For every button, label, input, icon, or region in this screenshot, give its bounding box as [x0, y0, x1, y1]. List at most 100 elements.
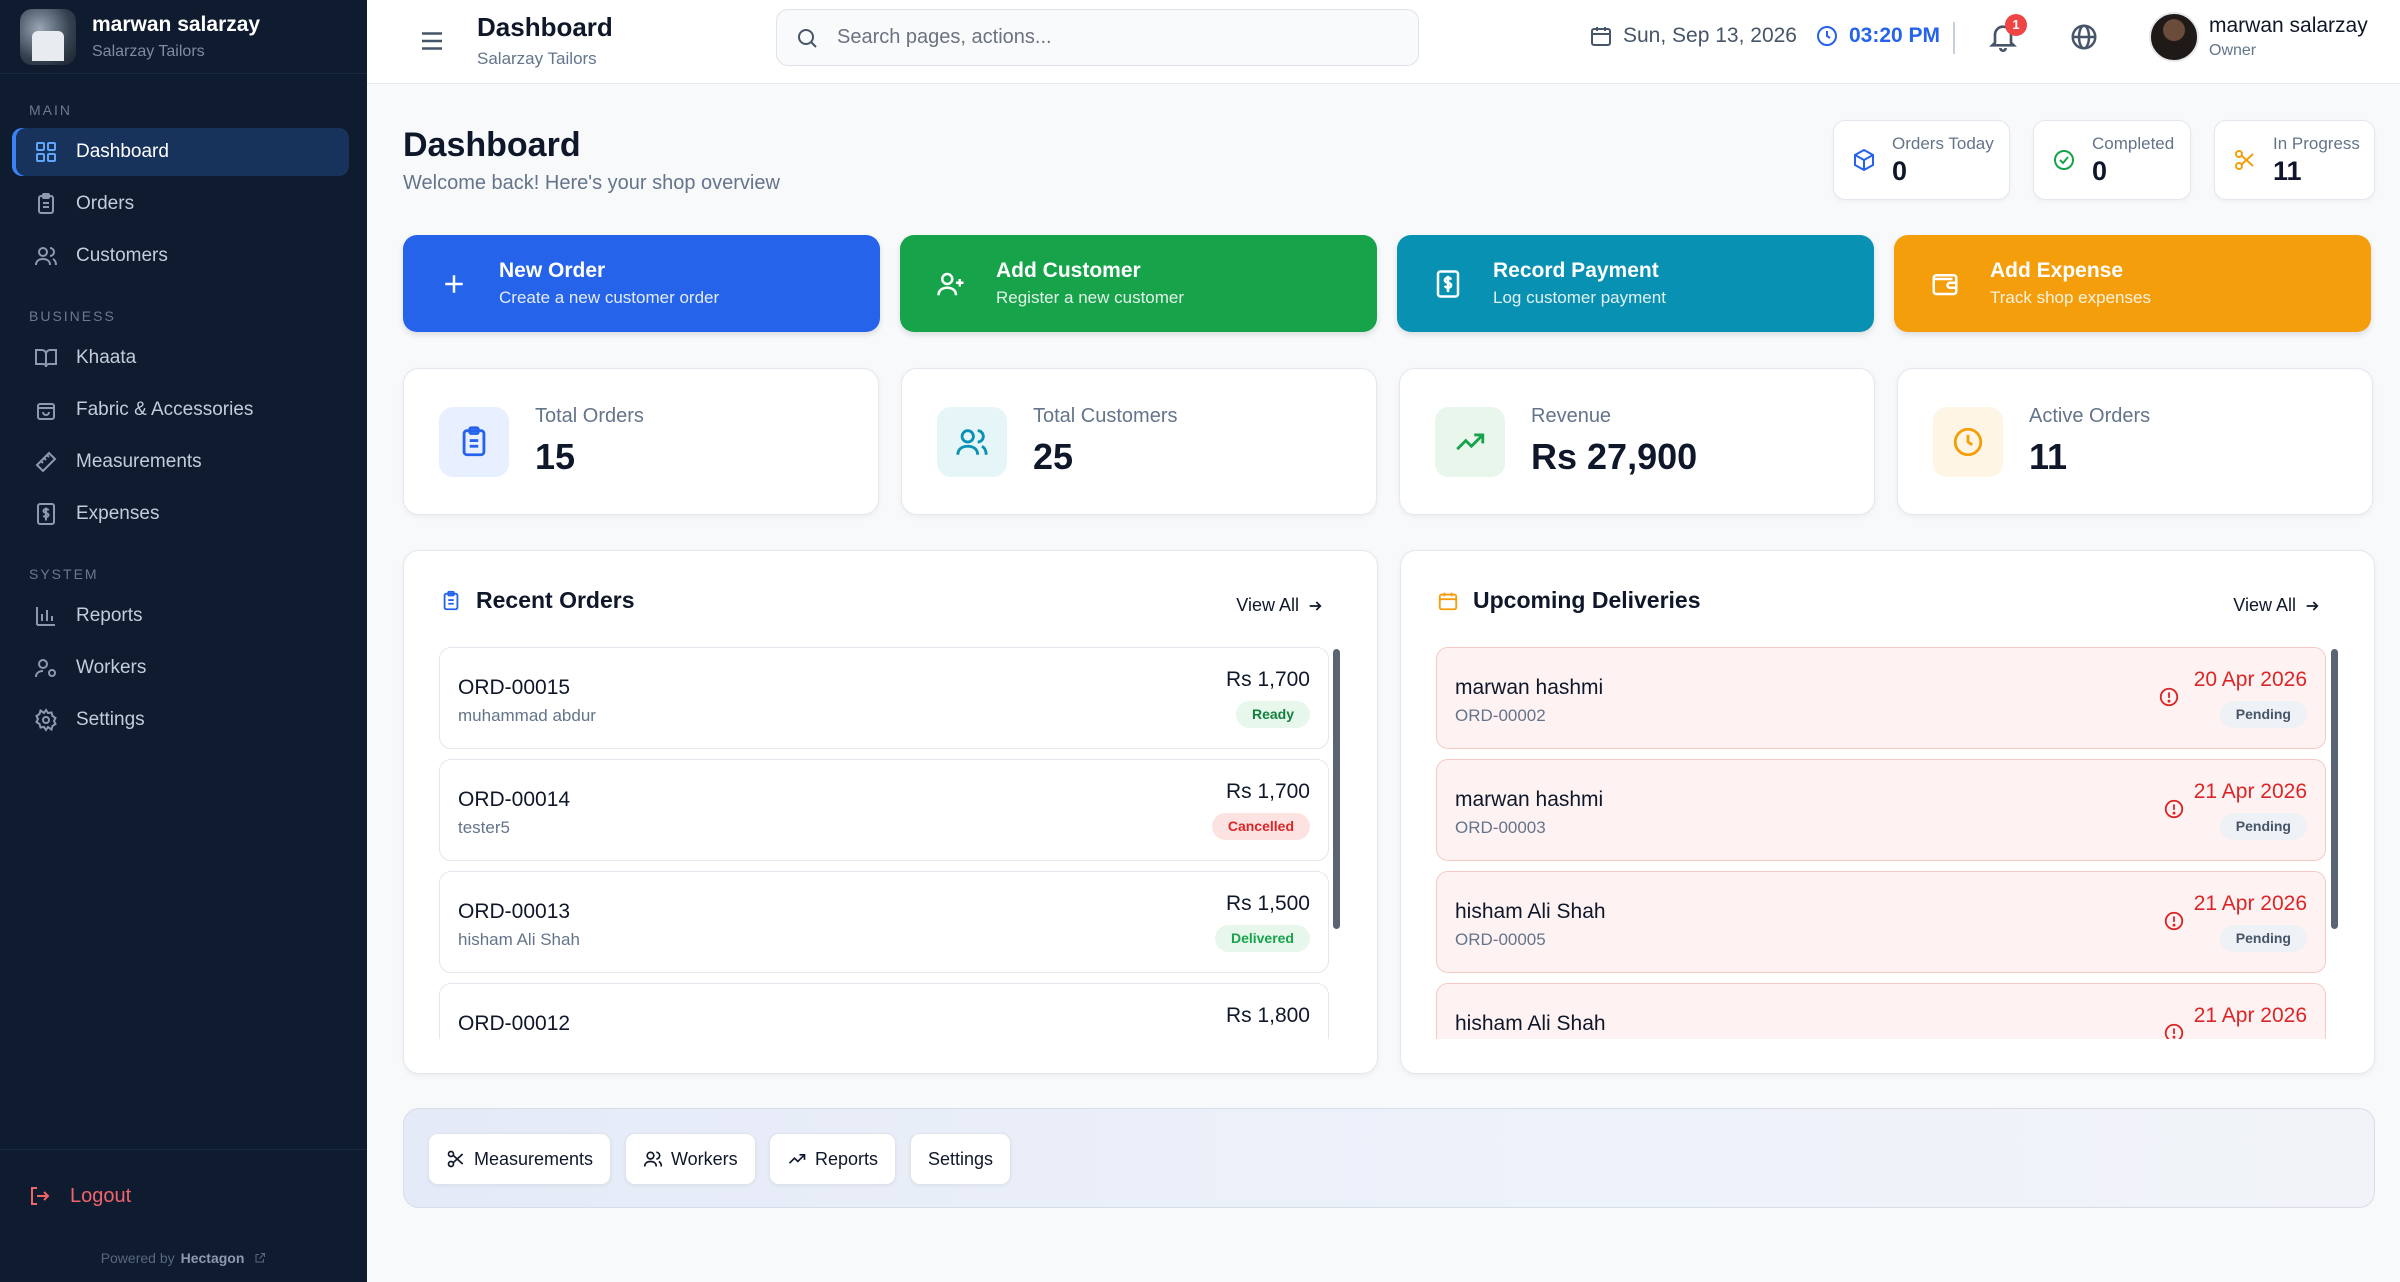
stat-label: Revenue	[1531, 405, 1612, 427]
list-item[interactable]: marwan hashmi ORD-00003 21 Apr 2026 Pend…	[1436, 759, 2326, 861]
stat-icon-wrap	[1435, 406, 1505, 477]
brand-logo	[20, 8, 76, 65]
stat-revenue: Revenue Rs 27,900	[1399, 368, 1875, 515]
status-badge: Pending	[2219, 701, 2307, 728]
mini-stat-label: Completed	[2092, 133, 2175, 153]
list-item[interactable]: ORD-00015 muhammad abdur Rs 1,700 Ready	[439, 647, 1329, 749]
order-amount: Rs 1,500	[1225, 892, 1310, 915]
list-item[interactable]: ORD-00013 hisham Ali Shah Rs 1,500 Deliv…	[439, 871, 1329, 973]
top-bar: Dashboard Salarzay Tailors Sun, Sep 13, …	[367, 0, 2400, 84]
sidebar-item-reports[interactable]: Reports	[12, 592, 349, 640]
list-item[interactable]: ORD-00014 tester5 Rs 1,700 Cancelled	[439, 759, 1329, 861]
clipboard-icon	[462, 425, 486, 456]
nav-section-business: BUSINESS	[29, 308, 116, 324]
page-subtitle: Welcome back! Here's your shop overview	[403, 172, 780, 194]
view-all-deliveries-link[interactable]: View All	[2233, 595, 2320, 616]
scrollbar[interactable]	[1333, 649, 1340, 929]
status-badge: Pending	[2219, 813, 2307, 840]
sidebar-item-khaata[interactable]: Khaata	[12, 334, 349, 382]
arrow-right-icon	[2306, 600, 2319, 611]
mini-stat-orders-today: Orders Today 0	[1833, 120, 2010, 200]
action-title: New Order	[499, 259, 606, 282]
list-item[interactable]: marwan hashmi ORD-00002 20 Apr 2026 Pend…	[1436, 647, 2326, 749]
scrollbar[interactable]	[2331, 649, 2338, 929]
order-id: ORD-00013	[458, 900, 571, 923]
stat-value: Rs 27,900	[1531, 436, 1698, 477]
stat-icon-wrap	[439, 406, 509, 477]
stat-label: Total Customers	[1033, 405, 1178, 427]
quick-link-label: Workers	[671, 1148, 738, 1169]
add-expense-button[interactable]: Add Expense Track shop expenses	[1894, 235, 2371, 332]
search-box[interactable]	[776, 9, 1419, 66]
search-input[interactable]	[837, 26, 1397, 49]
order-amount: Rs 1,700	[1225, 668, 1310, 691]
sidebar-item-label: Fabric & Accessories	[76, 399, 254, 420]
order-amount: Rs 1,800	[1225, 1004, 1310, 1027]
list-item[interactable]: ORD-00012 Rs 1,800	[439, 983, 1329, 1039]
sidebar-item-workers[interactable]: Workers	[12, 644, 349, 692]
quick-link-label: Measurements	[474, 1148, 594, 1169]
new-order-button[interactable]: New Order Create a new customer order	[403, 235, 880, 332]
powered-by-label: Powered by	[100, 1250, 175, 1266]
quick-link-settings[interactable]: Settings	[910, 1133, 1012, 1185]
mini-stat-label: Orders Today	[1892, 133, 1994, 153]
quick-link-label: Reports	[815, 1148, 879, 1169]
sidebar-item-customers[interactable]: Customers	[12, 232, 349, 280]
page-title: Dashboard	[403, 126, 581, 164]
panel-header: Recent Orders	[440, 587, 635, 614]
sidebar-item-label: Dashboard	[76, 141, 169, 162]
clipboard-icon	[38, 193, 54, 214]
calendar-icon	[1591, 27, 1611, 46]
quick-link-reports[interactable]: Reports	[769, 1133, 897, 1185]
current-date: Sun, Sep 13, 2026	[1623, 24, 1797, 47]
scissors-icon	[2235, 150, 2254, 170]
list-item[interactable]: hisham Ali Shah ORD-00005 21 Apr 2026 Pe…	[1436, 871, 2326, 973]
logout-label: Logout	[70, 1184, 132, 1207]
menu-icon[interactable]	[417, 26, 447, 56]
sidebar: marwan salarzay Salarzay Tailors MAIN Da…	[0, 0, 367, 1282]
sidebar-item-expenses[interactable]: Expenses	[12, 490, 349, 538]
view-all-orders-link[interactable]: View All	[1236, 595, 1323, 616]
sidebar-item-settings[interactable]: Settings	[12, 696, 349, 744]
sidebar-item-fabric[interactable]: Fabric & Accessories	[12, 386, 349, 434]
trending-up-icon	[788, 1154, 806, 1164]
users-icon	[956, 428, 988, 455]
user-name: marwan salarzay	[2209, 14, 2368, 37]
clock-icon	[1953, 427, 1983, 456]
add-customer-button[interactable]: Add Customer Register a new customer	[900, 235, 1377, 332]
list-item[interactable]: hisham Ali Shah 21 Apr 2026	[1436, 983, 2326, 1039]
globe-icon[interactable]	[2069, 22, 2099, 52]
action-subtitle: Log customer payment	[1493, 288, 1666, 307]
sidebar-item-label: Khaata	[76, 347, 137, 368]
brand-header[interactable]: marwan salarzay Salarzay Tailors	[0, 0, 367, 74]
quick-link-measurements[interactable]: Measurements	[428, 1133, 612, 1185]
alert-circle-icon	[2164, 1023, 2184, 1039]
current-time: 03:20 PM	[1848, 24, 1941, 47]
date-time: Sun, Sep 13, 2026 03:20 PM	[1589, 24, 1940, 48]
header-heading: Dashboard Salarzay Tailors	[477, 12, 613, 69]
sidebar-item-dashboard[interactable]: Dashboard	[12, 128, 349, 176]
delivery-order-id: ORD-00003	[1455, 818, 1546, 837]
sidebar-item-orders[interactable]: Orders	[12, 180, 349, 228]
quick-link-workers[interactable]: Workers	[625, 1133, 756, 1185]
delivery-date: 21 Apr 2026	[2193, 892, 2307, 915]
delivery-date: 21 Apr 2026	[2193, 1004, 2307, 1027]
bar-chart-icon	[36, 607, 55, 626]
panel-header: Upcoming Deliveries	[1437, 587, 1701, 614]
panel-title: Upcoming Deliveries	[1473, 587, 1701, 613]
notification-badge: 1	[2005, 14, 2027, 36]
user-cog-icon	[35, 659, 56, 678]
delivery-date: 20 Apr 2026	[2193, 668, 2307, 691]
view-all-label: View All	[1236, 595, 1299, 615]
logout-button[interactable]: Logout	[28, 1184, 131, 1208]
stat-value: 11	[2029, 436, 2068, 477]
order-id: ORD-00014	[458, 788, 571, 811]
sidebar-item-measurements[interactable]: Measurements	[12, 438, 349, 486]
sidebar-item-label: Workers	[76, 657, 147, 678]
powered-by[interactable]: Powered by Hectagon	[0, 1250, 367, 1266]
record-payment-button[interactable]: Record Payment Log customer payment	[1397, 235, 1874, 332]
status-badge: Cancelled	[1211, 813, 1310, 840]
sidebar-item-label: Reports	[76, 605, 143, 626]
sidebar-item-label: Customers	[76, 245, 168, 266]
user-profile[interactable]: marwan salarzay Owner	[2149, 12, 2368, 62]
